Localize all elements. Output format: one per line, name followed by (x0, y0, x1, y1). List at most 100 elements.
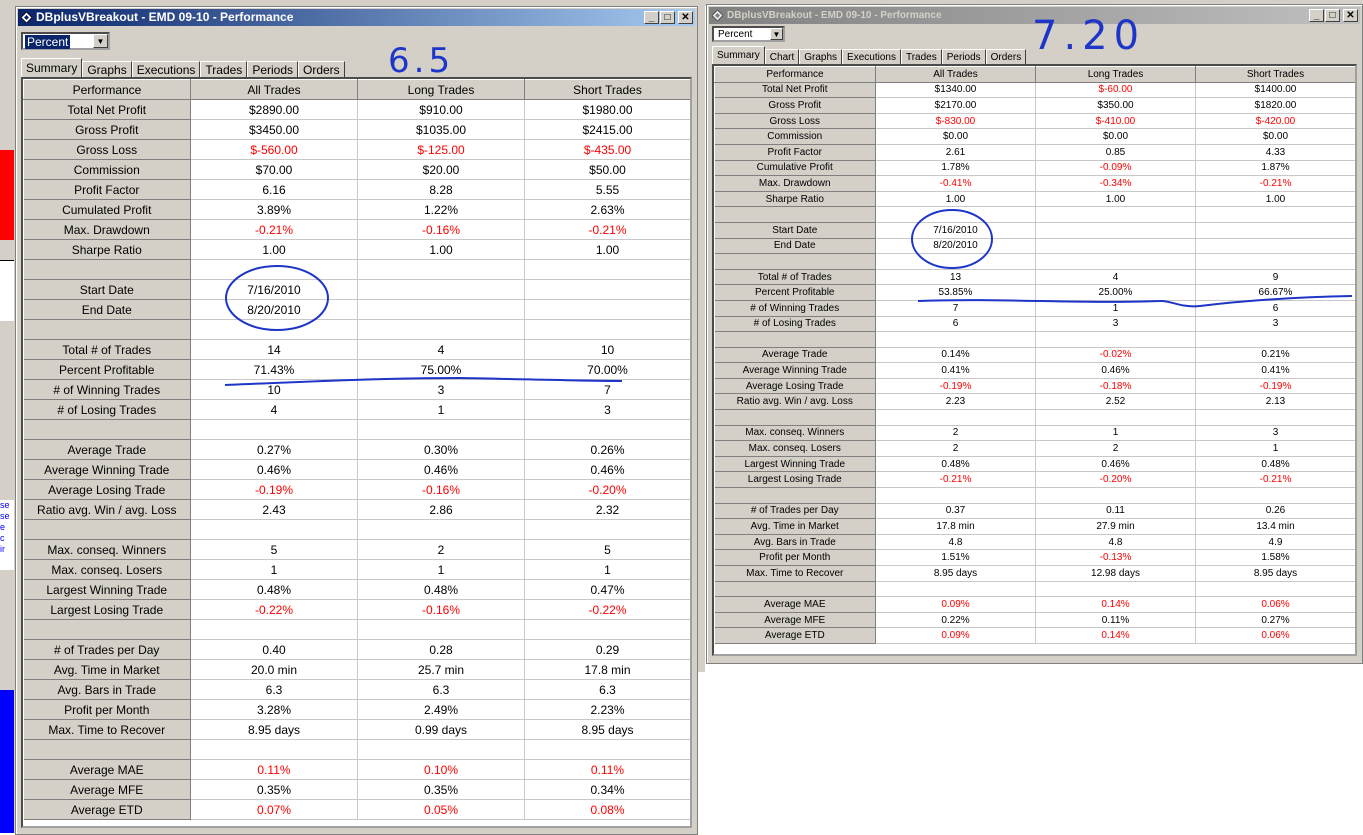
row-label: Max. conseq. Losers (23, 559, 191, 580)
row-label: Max. conseq. Winners (23, 539, 191, 560)
table-cell: 10 (524, 339, 690, 360)
table-cell: 0.08% (524, 799, 690, 820)
table-cell: 3 (524, 399, 690, 420)
table-cell: 17.8 min (524, 659, 690, 680)
table-cell: 1 (190, 559, 358, 580)
table-cell: -0.09% (1035, 160, 1196, 177)
left-tab-graphs[interactable]: Graphs (82, 61, 132, 77)
row-label: Average Trade (23, 439, 191, 460)
table-cell: 0.28 (357, 639, 525, 660)
row-label: Average MAE (23, 759, 191, 780)
row-label: Average Losing Trade (714, 378, 876, 395)
left-tab-trades[interactable]: Trades (200, 61, 248, 77)
table-cell: 5.55 (524, 179, 690, 200)
table-cell: -0.21% (875, 471, 1036, 489)
row-label: Ratio avg. Win / avg. Loss (714, 393, 876, 411)
right-view-select[interactable]: Percent ▼ (712, 26, 785, 42)
close-button[interactable]: ✕ (678, 11, 693, 24)
left-view-select[interactable]: Percent ▼ (21, 32, 110, 50)
background-right-gutter (697, 0, 705, 672)
table-cell (875, 253, 1036, 270)
table-cell: 0.37 (875, 503, 1036, 520)
left-tab-executions[interactable]: Executions (131, 61, 201, 77)
table-cell: 1.87% (1195, 160, 1355, 177)
table-row: Gross Profit $3450.00 $1035.00 $2415.00 (23, 119, 690, 140)
row-label (714, 581, 876, 598)
table-cell (1035, 206, 1196, 223)
maximize-button[interactable]: □ (1325, 9, 1340, 22)
table-cell: 4 (190, 399, 358, 420)
column-header-all-trades[interactable]: All Trades (875, 66, 1036, 83)
right-tab-orders[interactable]: Orders (985, 49, 1027, 64)
left-window-controls: _ □ ✕ (643, 11, 693, 24)
row-label (23, 419, 191, 440)
table-cell: 0.27% (190, 439, 358, 460)
table-cell (357, 259, 525, 280)
table-row: Max. conseq. Winners 2 1 3 (714, 425, 1355, 442)
column-header-all-trades[interactable]: All Trades (190, 79, 358, 100)
table-row: Average MFE 0.22% 0.11% 0.27% (714, 612, 1355, 629)
table-cell (524, 419, 690, 440)
right-tab-graphs[interactable]: Graphs (799, 49, 843, 64)
right-tab-periods[interactable]: Periods (941, 49, 986, 64)
table-row: Cumulative Profit 1.78% -0.09% 1.87% (714, 160, 1355, 177)
table-cell: 0.05% (357, 799, 525, 820)
left-tab-summary[interactable]: Summary (21, 58, 83, 77)
column-header-long-trades[interactable]: Long Trades (357, 79, 525, 100)
left-window-titlebar[interactable]: DBplusVBreakout - EMD 09-10 - Performanc… (18, 9, 695, 26)
table-cell (190, 259, 358, 280)
chevron-down-icon[interactable]: ▼ (770, 28, 783, 40)
row-label: Profit Factor (714, 144, 876, 161)
column-header-performance[interactable]: Performance (23, 79, 191, 100)
table-cell: 0.06% (1195, 627, 1355, 644)
row-label: Avg. Time in Market (23, 659, 191, 680)
table-row: Max. Drawdown -0.21% -0.16% -0.21% (23, 219, 690, 240)
table-row: # of Trades per Day 0.37 0.11 0.26 (714, 503, 1355, 520)
chevron-down-icon[interactable]: ▼ (93, 34, 108, 48)
table-cell: $1820.00 (1195, 97, 1355, 114)
table-header-row: Performance All Trades Long Trades Short Tr… (714, 66, 1355, 83)
table-cell: 2.63% (524, 199, 690, 220)
table-cell: -0.22% (190, 599, 358, 620)
row-label (23, 319, 191, 340)
table-cell (190, 619, 358, 640)
table-cell: 2 (875, 425, 1036, 442)
table-cell: 2 (1035, 440, 1196, 457)
left-tab-periods[interactable]: Periods (247, 61, 298, 77)
column-header-short-trades[interactable]: Short Trades (524, 79, 690, 100)
right-tab-summary[interactable]: Summary (712, 46, 765, 64)
row-label: Average Winning Trade (714, 362, 876, 379)
close-button[interactable]: ✕ (1343, 9, 1358, 22)
minimize-button[interactable]: _ (1309, 9, 1324, 22)
column-header-short-trades[interactable]: Short Trades (1195, 66, 1355, 83)
table-cell: 9 (1195, 269, 1355, 286)
table-cell: 3 (357, 379, 525, 400)
table-cell: 8.95 days (1195, 565, 1355, 582)
left-tab-orders[interactable]: Orders (298, 61, 345, 77)
table-cell: 0.41% (1195, 362, 1355, 379)
table-cell: -0.22% (524, 599, 690, 620)
table-cell: 13 (875, 269, 1036, 286)
table-cell: 0.09% (875, 627, 1036, 644)
column-header-performance[interactable]: Performance (714, 66, 876, 83)
right-tab-executions[interactable]: Executions (842, 49, 901, 64)
right-tab-trades[interactable]: Trades (900, 49, 942, 64)
row-label (23, 739, 191, 760)
table-cell: 1 (357, 559, 525, 580)
left-tab-bar: Summary Graphs Executions Trades Periods… (21, 58, 345, 77)
table-row: End Date 8/20/2010 (23, 299, 690, 320)
strategy-diamond-icon (712, 10, 723, 21)
column-header-long-trades[interactable]: Long Trades (1035, 66, 1196, 83)
right-tab-chart[interactable]: Chart (764, 49, 800, 64)
table-row: Percent Profitable 71.43% 75.00% 70.00% (23, 359, 690, 380)
table-cell: 6 (875, 316, 1036, 333)
table-cell: 6.3 (524, 679, 690, 700)
row-label: Gross Profit (714, 97, 876, 114)
table-cell: -0.21% (1195, 175, 1355, 192)
table-cell: 0.48% (875, 456, 1036, 473)
table-cell: -0.21% (524, 219, 690, 240)
minimize-button[interactable]: _ (644, 11, 659, 24)
row-label: Total Net Profit (714, 82, 876, 99)
maximize-button[interactable]: □ (660, 11, 675, 24)
row-label: Percent Profitable (714, 284, 876, 301)
